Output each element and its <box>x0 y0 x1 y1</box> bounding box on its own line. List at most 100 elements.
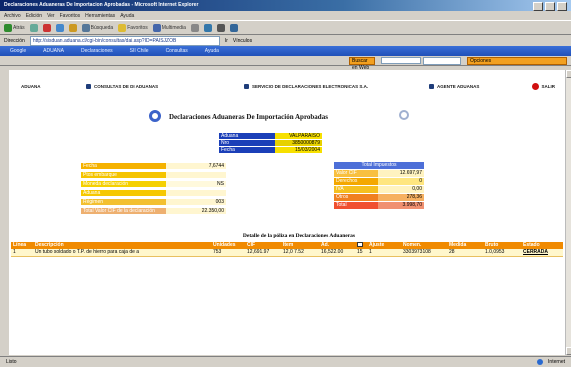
menu-item-archivo[interactable]: Archivo <box>4 13 21 19</box>
column-header: Ad. <box>321 242 330 248</box>
close-button[interactable] <box>557 2 567 11</box>
form-value: 7,6744 <box>165 163 226 169</box>
totals-label: Total <box>334 202 379 209</box>
totals-label: Derechos <box>334 178 379 185</box>
minimize-button[interactable] <box>533 2 543 11</box>
form-row: Régimen 003 <box>81 199 226 205</box>
column-header: Ajuste <box>369 242 385 248</box>
form-label: Ptos embarque <box>81 172 166 178</box>
menu-item-ver[interactable]: Ver <box>47 13 55 19</box>
table-cell: Un tubo soldado o T.P. de hierro para ca… <box>35 249 140 255</box>
totals-value: 0 <box>378 178 424 185</box>
form-label: Total Valor CIF de la declaración <box>81 208 166 214</box>
link-item[interactable]: Google <box>4 48 32 54</box>
folder-icon <box>86 84 91 89</box>
print-icon[interactable] <box>216 23 225 32</box>
info-value: 15/03/2004 <box>274 147 322 153</box>
media-button[interactable]: Multimedia <box>152 23 186 32</box>
table-cell: 1 <box>369 249 372 255</box>
detail-title: Detalle de la póliza en Declaraciones Ad… <box>242 233 356 239</box>
maximize-button[interactable] <box>545 2 555 11</box>
page-nav: ADUANA CONSULTAS DE DI ADUANAS SERVICIO … <box>9 83 565 93</box>
link-item[interactable]: Declaraciones <box>75 48 119 54</box>
edit-icon[interactable] <box>229 23 238 32</box>
mail-icon[interactable] <box>203 23 212 32</box>
folder-icon <box>429 84 434 89</box>
search-button[interactable]: Búsqueda <box>81 23 113 32</box>
link-item[interactable]: Ayuda <box>199 48 225 54</box>
form-row: Ptos embarque <box>81 172 226 178</box>
menu-item-herramientas[interactable]: Herramientas <box>85 13 115 19</box>
form-label: Fecha <box>81 163 166 169</box>
calendar-icon <box>357 242 363 247</box>
detail-table: Línea Descripción Unidades CIF Ítem Ad. … <box>11 242 563 257</box>
refresh-icon[interactable] <box>55 23 64 32</box>
totals-row: Valor CIF 12.697,97 <box>334 170 424 177</box>
menu-item-favoritos[interactable]: Favoritos <box>60 13 81 19</box>
back-button[interactable]: Atrás <box>4 23 25 32</box>
totals-row: IVA 0,00 <box>334 186 424 193</box>
table-cell: 753 <box>213 249 222 255</box>
menu-bar: Archivo Edición Ver Favoritos Herramient… <box>0 11 571 20</box>
web-search-button[interactable]: Buscar en Web <box>349 57 375 71</box>
table-row[interactable]: 1 Un tubo soldado o T.P. de hierro para … <box>11 249 563 257</box>
search-toolbar: Buscar en Web Opciones <box>0 56 571 71</box>
status-link[interactable]: CERRADA <box>521 249 563 256</box>
stop-icon[interactable] <box>42 23 51 32</box>
search-input[interactable] <box>381 57 421 64</box>
scroll-down-button[interactable] <box>566 347 571 355</box>
favorites-button[interactable]: Favoritos <box>118 23 148 32</box>
media-icon <box>152 23 161 32</box>
column-header: Bruto <box>485 242 499 248</box>
totals-label: Otros <box>334 194 379 201</box>
address-label: Dirección <box>4 37 25 44</box>
links-label[interactable]: Vínculos <box>233 38 252 44</box>
window-title: Declaraciones Aduaneras De Importacion A… <box>4 2 199 8</box>
nav-servicio[interactable]: SERVICIO DE DECLARACIONES ELECTRONICAS S… <box>244 84 368 89</box>
info-row: Nro 3850000879 <box>219 140 322 146</box>
home-icon[interactable] <box>68 23 77 32</box>
options-field[interactable] <box>423 57 461 65</box>
address-input[interactable]: http://sisduan.aduana.cl/cgi-bin/consult… <box>29 35 220 46</box>
column-header: Ítem <box>283 242 294 248</box>
totals-label: IVA <box>334 186 379 193</box>
nav-consultas[interactable]: CONSULTAS DE DI ADUANAS <box>86 84 158 89</box>
options-button[interactable]: Opciones <box>467 57 567 65</box>
go-button[interactable]: Ir <box>225 38 228 44</box>
nav-agente[interactable]: AGENTE ADUANAS <box>429 84 479 89</box>
declaration-info: Aduana VALPARAISO Nro 3850000879 Fecha 15/0… <box>219 133 322 154</box>
column-header: Nomen. <box>403 242 422 248</box>
link-item[interactable]: Consultas <box>160 48 194 54</box>
declaration-form: Fecha 7,6744 Ptos embarque Moneda declara… <box>81 163 226 217</box>
link-item[interactable]: SII Chile <box>124 48 155 54</box>
table-cell: 16,522.00 <box>321 249 344 255</box>
info-label: Fecha <box>219 147 275 153</box>
form-row: Aduana <box>81 190 226 196</box>
magnifier-icon[interactable] <box>399 110 409 120</box>
back-arrow-icon <box>4 23 12 32</box>
links-toolbar: Google ADUANA Declaraciones SII Chile Co… <box>0 46 571 56</box>
form-value: NS <box>165 181 226 187</box>
menu-item-edicion[interactable]: Edición <box>26 13 42 19</box>
form-row: Moneda declaración NS <box>81 181 226 187</box>
forward-arrow-icon[interactable] <box>29 23 38 32</box>
form-row: Fecha 7,6744 <box>81 163 226 169</box>
totals-row: Derechos 0 <box>334 178 424 185</box>
scroll-up-button[interactable] <box>566 70 571 78</box>
info-value: VALPARAISO <box>274 133 322 139</box>
history-icon[interactable] <box>190 23 199 32</box>
form-label: Aduana <box>81 190 166 196</box>
link-item[interactable]: ADUANA <box>37 48 70 54</box>
column-header: Estado <box>523 242 540 248</box>
brand-logo[interactable]: ADUANA <box>21 84 41 89</box>
vertical-scrollbar[interactable] <box>565 70 571 355</box>
logout-link[interactable]: SALIR <box>531 83 555 90</box>
totals-row: Total 3.998,70 <box>334 202 424 209</box>
column-header: Unidades <box>213 242 236 248</box>
column-header: Descripción <box>35 242 64 248</box>
menu-item-ayuda[interactable]: Ayuda <box>120 13 134 19</box>
ring-icon <box>149 110 161 122</box>
column-header-icon <box>355 242 367 249</box>
info-row: Aduana VALPARAISO <box>219 133 322 139</box>
info-row: Fecha 15/03/2004 <box>219 147 322 153</box>
